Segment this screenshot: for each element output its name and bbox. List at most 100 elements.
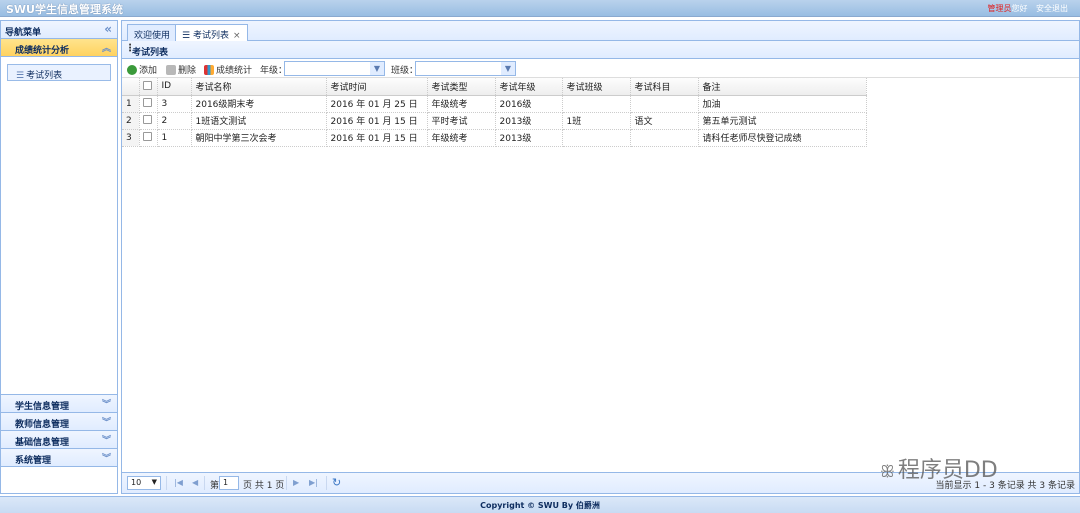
cell-grade: 2013级	[495, 112, 563, 130]
last-page-icon[interactable]: ▶|	[309, 478, 318, 487]
cell-grade: 2016级	[495, 95, 563, 113]
tab-bar: 欢迎使用 ☰ 考试列表 ×	[122, 21, 1079, 42]
cell-time: 2016 年 01 月 15 日	[326, 129, 428, 147]
divider	[166, 476, 167, 490]
toolbar: 添加 删除 成绩统计 年级： ▼ 班级： ▼	[122, 59, 1079, 78]
column-header[interactable]: 考试科目	[630, 78, 699, 96]
column-header[interactable]: 考试班级	[562, 78, 631, 96]
page-size-select[interactable]: 10 ▼	[127, 476, 161, 490]
column-header[interactable]: 考试名称	[191, 78, 327, 96]
cell-id: 3	[157, 95, 192, 113]
sidebar-group-score-analysis[interactable]: 成绩统计分析 ︽	[1, 39, 117, 57]
select-all-checkbox[interactable]	[139, 78, 158, 96]
table-row[interactable]: 3 1 朝阳中学第三次会考 2016 年 01 月 15 日年级统考 2013级 请科任老…	[122, 129, 867, 147]
column-header[interactable]: ID	[157, 78, 192, 96]
table-row[interactable]: 2 2 1班语文测试 2016 年 01 月 15 日平时考试 2013级 1班 语文 第五单…	[122, 112, 867, 130]
first-page-icon[interactable]: |◀	[174, 478, 183, 487]
sidebar-group-system[interactable]: 系统管理 ︾	[1, 449, 117, 467]
page-number-input[interactable]: 1	[219, 476, 239, 490]
chevron-down-icon[interactable]: ︾	[102, 397, 111, 410]
cell-type: 年级统考	[427, 129, 496, 147]
sidebar-group-teacher-info[interactable]: 教师信息管理 ︾	[1, 413, 117, 431]
sidebar: 导航菜单 « 成绩统计分析 ︽ ☰ 考试列表 学生信息管理 ︾ 教师信息管理 ︾ …	[0, 20, 118, 494]
chevron-down-icon[interactable]: ▼	[370, 62, 384, 75]
sidebar-group-body: ☰ 考试列表	[1, 57, 117, 395]
collapse-sidebar-icon[interactable]: «	[104, 22, 112, 36]
score-stats-button[interactable]: 成绩统计	[204, 63, 252, 76]
delete-icon	[166, 65, 176, 75]
row-number: 3	[122, 129, 140, 147]
cell-class: 1班	[562, 112, 631, 130]
sidebar-group-student-info[interactable]: 学生信息管理 ︾	[1, 395, 117, 413]
grade-label: 年级：	[260, 66, 288, 76]
row-number: 2	[122, 112, 140, 130]
prev-page-icon[interactable]: ◀	[192, 478, 198, 487]
cell-name: 2016级期末考	[191, 95, 327, 113]
column-header[interactable]: 考试年级	[495, 78, 563, 96]
list-icon: ☰	[182, 31, 193, 41]
cell-note: 请科任老师尽快登记成绩	[698, 129, 867, 147]
table-row[interactable]: 1 3 2016级期末考 2016 年 01 月 25 日年级统考 2016级 加油	[122, 95, 867, 113]
panel-title: ⋮ 考试列表	[122, 41, 1079, 59]
class-select[interactable]: ▼	[415, 61, 516, 76]
table-header-row: ID 考试名称 考试时间 考试类型 考试年级 考试班级 考试科目 备注	[122, 78, 867, 96]
cell-time: 2016 年 01 月 25 日	[326, 95, 428, 113]
grade-select[interactable]: ▼	[284, 61, 385, 76]
next-page-icon[interactable]: ▶	[293, 478, 299, 487]
cell-time: 2016 年 01 月 15 日	[326, 112, 428, 130]
logout-link[interactable]: 安全退出	[1036, 4, 1068, 13]
divider	[326, 476, 327, 490]
bar-chart-icon	[204, 65, 214, 75]
cell-type: 平时考试	[427, 112, 496, 130]
sidebar-title: 导航菜单 «	[1, 21, 117, 39]
cell-name: 朝阳中学第三次会考	[191, 129, 327, 147]
close-icon[interactable]: ×	[233, 31, 241, 41]
column-header[interactable]: 备注	[698, 78, 867, 96]
copyright-text: Copyright © SWU By 伯爵洲	[480, 501, 600, 510]
row-number-header	[122, 78, 140, 96]
row-checkbox[interactable]	[139, 129, 158, 147]
menu-dots-icon: ⋮	[125, 43, 135, 54]
footer: Copyright © SWU By 伯爵洲	[0, 496, 1080, 513]
column-header[interactable]: 考试类型	[427, 78, 496, 96]
sidebar-item-exam-list[interactable]: ☰ 考试列表	[7, 64, 111, 81]
app-header: SWU学生信息管理系统 管理员您好 安全退出	[0, 0, 1080, 17]
user-name: 管理员	[987, 4, 1012, 13]
list-icon: ☰	[16, 71, 25, 81]
row-number: 1	[122, 95, 140, 113]
watermark: ꕥ 程序员DD	[880, 458, 998, 483]
exam-table: ID 考试名称 考试时间 考试类型 考试年级 考试班级 考试科目 备注 1 3 20…	[122, 78, 867, 147]
cell-subject	[630, 95, 699, 113]
delete-button[interactable]: 删除	[166, 63, 196, 76]
add-icon	[127, 65, 137, 75]
cell-note: 第五单元测试	[698, 112, 867, 130]
exam-grid: ID 考试名称 考试时间 考试类型 考试年级 考试班级 考试科目 备注 1 3 20…	[122, 78, 1079, 454]
cell-class	[562, 129, 631, 147]
row-checkbox[interactable]	[139, 112, 158, 130]
chevron-up-icon[interactable]: ︽	[102, 41, 111, 54]
tab-exam-list[interactable]: ☰ 考试列表 ×	[175, 24, 248, 42]
class-label: 班级：	[391, 66, 419, 76]
chevron-down-icon[interactable]: ︾	[102, 451, 111, 464]
divider	[286, 476, 287, 490]
cell-subject	[630, 129, 699, 147]
header-user-area: 管理员您好 安全退出	[987, 3, 1068, 14]
chevron-down-icon[interactable]: ︾	[102, 433, 111, 446]
refresh-icon[interactable]: ↻	[332, 476, 341, 489]
cell-class	[562, 95, 631, 113]
chevron-down-icon[interactable]: ▼	[501, 62, 515, 75]
wechat-icon: ꕥ	[880, 462, 895, 481]
column-header[interactable]: 考试时间	[326, 78, 428, 96]
cell-type: 年级统考	[427, 95, 496, 113]
row-checkbox[interactable]	[139, 95, 158, 113]
tab-welcome[interactable]: 欢迎使用	[127, 24, 178, 41]
greeting: 您好	[1011, 4, 1028, 13]
add-button[interactable]: 添加	[127, 63, 157, 76]
divider	[204, 476, 205, 490]
chevron-down-icon[interactable]: ︾	[102, 415, 111, 428]
cell-id: 1	[157, 129, 192, 147]
cell-id: 2	[157, 112, 192, 130]
sidebar-group-basic-info[interactable]: 基础信息管理 ︾	[1, 431, 117, 449]
cell-subject: 语文	[630, 112, 699, 130]
chevron-down-icon[interactable]: ▼	[152, 478, 157, 486]
